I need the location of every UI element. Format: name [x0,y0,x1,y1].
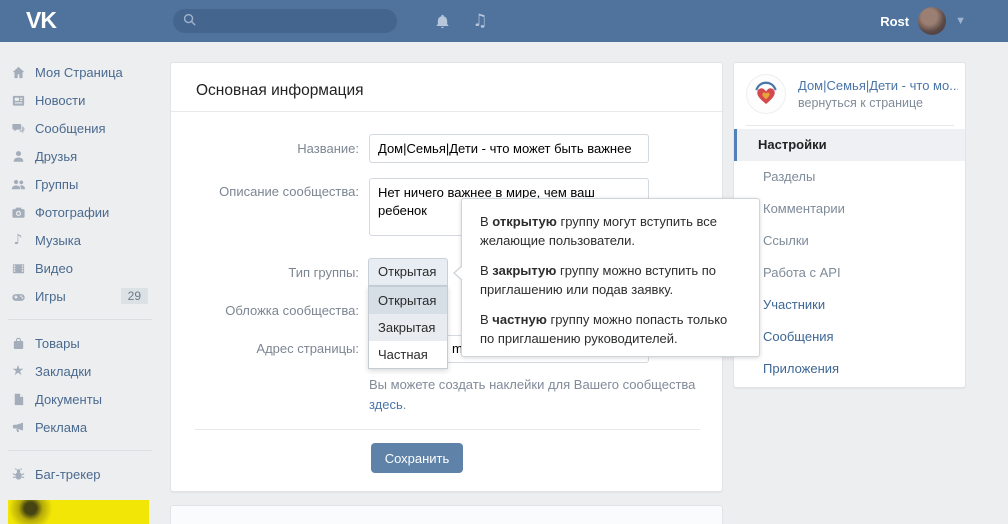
sidebar-item-video[interactable]: Видео [0,254,160,282]
stickers-note: Вы можете создать наклейки для Вашего со… [369,377,696,412]
sidebar-divider [8,450,152,451]
games-icon [10,288,26,304]
left-sidebar: Моя Страница Новости Сообщения Друзья Гр… [0,58,160,488]
sidebar-divider [8,319,152,320]
group-avatar[interactable] [746,74,786,114]
sidebar-item-games[interactable]: Игры 29 [0,282,160,310]
page-title: Основная информация [196,82,364,99]
next-section-card [170,505,723,524]
card-divider [195,429,700,430]
name-label: Название: [297,141,359,156]
search-input[interactable] [173,9,397,33]
group-panel-card: Дом|Семья|Дети - что мо... вернуться к с… [733,62,966,388]
group-title-link[interactable]: Дом|Семья|Дети - что мо... [798,78,958,93]
save-button[interactable]: Сохранить [371,443,463,473]
tooltip-paragraph: В открытую группу могут вступить все жел… [480,214,717,248]
group-type-select[interactable]: Открытая [368,258,448,286]
stickers-here-link[interactable]: здесь [369,397,403,412]
sidebar-item-market[interactable]: Товары [0,329,160,357]
messages-icon [10,120,26,136]
menu-item-settings[interactable]: Настройки [734,129,965,161]
user-avatar [918,7,947,35]
sidebar-item-bugtracker[interactable]: Баг-трекер [0,460,160,488]
market-icon [10,335,26,351]
user-name: Rost [880,13,910,29]
group-type-label: Тип группы: [288,265,359,280]
group-type-tooltip: В открытую группу могут вступить все жел… [453,198,760,357]
search-icon [182,12,197,30]
menu-item-comments[interactable]: Комментарии [734,193,965,225]
ad-banner[interactable] [8,500,149,524]
tooltip-paragraph: В частную группу можно попасть только по… [480,312,728,346]
top-bar: VK ♫ Rost ▼ [0,0,1008,42]
news-icon [10,92,26,108]
back-to-page-link[interactable]: вернуться к странице [798,96,923,110]
settings-menu: Настройки Разделы Комментарии Ссылки Раб… [734,129,965,385]
menu-item-sections[interactable]: Разделы [734,161,965,193]
games-count-badge: 29 [120,288,148,304]
sidebar-item-groups[interactable]: Группы [0,170,160,198]
ads-icon [10,419,26,435]
address-label: Адрес страницы: [256,341,359,356]
menu-item-links[interactable]: Ссылки [734,225,965,257]
bug-icon [10,466,26,482]
friends-icon [10,148,26,164]
tooltip-paragraph: В закрытую группу можно вступить по приг… [480,263,717,297]
dropdown-option-closed[interactable]: Закрытая [369,314,447,341]
home-icon [10,64,26,80]
group-type-dropdown: Открытая Закрытая Частная [368,286,448,369]
music-player-icon[interactable]: ♫ [470,11,490,31]
sidebar-item-bookmarks[interactable]: ★ Закладки [0,357,160,385]
user-menu[interactable]: Rost ▼ [880,0,966,42]
sidebar-item-documents[interactable]: Документы [0,385,160,413]
photos-icon [10,204,26,220]
music-icon: ♪ [13,232,23,248]
panel-divider [746,125,954,126]
documents-icon [10,391,26,407]
vk-logo[interactable]: VK [26,7,57,34]
video-icon [10,260,26,276]
groups-icon [10,176,26,192]
sidebar-item-photos[interactable]: Фотографии [0,198,160,226]
menu-item-messages[interactable]: Сообщения [734,321,965,353]
menu-item-apps[interactable]: Приложения [734,353,965,385]
sidebar-item-ads[interactable]: Реклама [0,413,160,441]
sidebar-item-my-page[interactable]: Моя Страница [0,58,160,86]
sidebar-item-music[interactable]: ♪ Музыка [0,226,160,254]
dropdown-option-private[interactable]: Частная [369,341,447,368]
menu-item-api[interactable]: Работа с API [734,257,965,289]
dropdown-option-open[interactable]: Открытая [369,287,447,314]
menu-item-members[interactable]: Участники [734,289,965,321]
group-name-input[interactable]: Дом|Семья|Дети - что может быть важнее [369,134,649,163]
notifications-bell-icon[interactable] [432,11,452,31]
sidebar-item-news[interactable]: Новости [0,86,160,114]
chevron-down-icon: ▼ [955,15,966,27]
sidebar-item-friends[interactable]: Друзья [0,142,160,170]
sidebar-item-messages[interactable]: Сообщения [0,114,160,142]
card-divider [171,111,722,112]
cover-label: Обложка сообщества: [225,303,359,318]
description-label: Описание сообщества: [219,184,359,199]
vk-settings-page: VK ♫ Rost ▼ Моя Страница Новости Сообщен… [0,0,1008,524]
bookmarks-icon: ★ [11,363,25,379]
